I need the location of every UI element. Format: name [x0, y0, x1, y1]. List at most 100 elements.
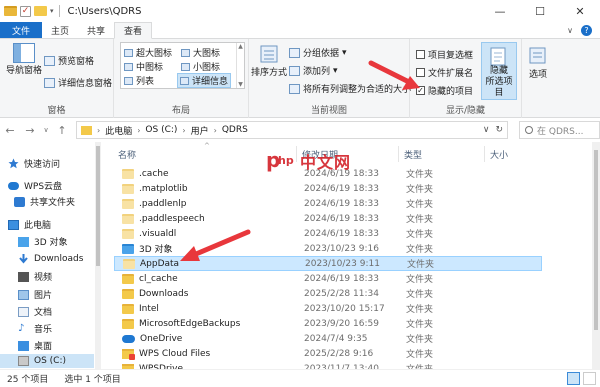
- breadcrumb-users[interactable]: 用户: [191, 124, 209, 137]
- table-row[interactable]: MicrosoftEdgeBackups 2023/9/20 16:59 文件夹: [114, 316, 542, 331]
- table-row[interactable]: cl_cache 2024/6/19 18:33 文件夹: [114, 271, 542, 286]
- expand-ribbon-icon[interactable]: ∨: [567, 26, 573, 35]
- nav-documents[interactable]: 文档: [18, 305, 52, 318]
- layout-list[interactable]: 列表: [124, 74, 154, 87]
- table-row[interactable]: Downloads 2025/2/28 11:34 文件夹: [114, 286, 542, 301]
- chevron-right-icon[interactable]: ›: [137, 126, 140, 135]
- breadcrumb-drive[interactable]: OS (C:): [145, 125, 177, 135]
- layout-small-icons[interactable]: 小图标: [181, 60, 220, 73]
- layout-large-icons[interactable]: 大图标: [181, 46, 220, 59]
- tab-home[interactable]: 主页: [42, 22, 78, 38]
- tab-file[interactable]: 文件: [0, 22, 43, 38]
- table-row[interactable]: .matplotlib 2024/6/19 18:33 文件夹: [114, 181, 542, 196]
- nav-pane-button[interactable]: 导航窗格: [6, 43, 42, 77]
- search-placeholder: 在 QDRS...: [537, 126, 584, 137]
- table-row[interactable]: .visualdl 2024/6/19 18:33 文件夹: [114, 226, 542, 241]
- file-name-cell: OneDrive: [122, 334, 182, 344]
- forward-arrow-icon[interactable]: →: [20, 124, 40, 137]
- file-list-scrollbar[interactable]: [592, 142, 600, 369]
- table-row[interactable]: OneDrive 2024/7/4 9:35 文件夹: [114, 331, 542, 346]
- column-label: 大小: [490, 150, 509, 161]
- checkbox-checked[interactable]: ✓: [416, 86, 425, 95]
- scroll-up-icon[interactable]: ▲: [238, 43, 243, 50]
- file-list-scrollbar-thumb[interactable]: [594, 150, 598, 330]
- file-name: Downloads: [139, 288, 189, 299]
- sort-by-button[interactable]: 排序方式: [251, 43, 287, 79]
- preview-pane-button[interactable]: 预览窗格: [44, 54, 94, 67]
- help-icon[interactable]: ?: [581, 24, 592, 36]
- address-bar[interactable]: › 此电脑 › OS (C:) › 用户 › QDRS ∨ ↻: [76, 121, 508, 139]
- file-type: 文件夹: [406, 275, 434, 285]
- details-pane-button[interactable]: 详细信息窗格: [44, 76, 112, 89]
- chevron-right-icon[interactable]: ›: [214, 126, 217, 135]
- chevron-right-icon[interactable]: ›: [97, 126, 100, 135]
- table-row[interactable]: .paddlenlp 2024/6/19 18:33 文件夹: [114, 196, 542, 211]
- layout-details[interactable]: 详细信息: [177, 73, 232, 88]
- breadcrumb-this-pc[interactable]: 此电脑: [105, 124, 132, 137]
- options-button[interactable]: 选项: [524, 46, 552, 81]
- close-button[interactable]: ✕: [560, 0, 600, 22]
- chevron-down-icon[interactable]: ∨: [483, 125, 490, 135]
- new-folder-icon[interactable]: [34, 6, 47, 16]
- table-row[interactable]: WPS Cloud Files 2025/2/28 9:16 文件夹: [114, 346, 542, 361]
- hidden-items-toggle[interactable]: ✓ 隐藏的项目: [416, 84, 473, 97]
- table-row[interactable]: WPSDrive2023/11/7 13:40文件夹: [114, 361, 542, 369]
- size-all-columns-button[interactable]: 将所有列调整为合适的大小: [289, 82, 411, 95]
- layout-extra-large-icons[interactable]: 超大图标: [124, 46, 172, 59]
- checkbox[interactable]: [416, 68, 425, 77]
- nav-shared-folder[interactable]: 共享文件夹: [14, 195, 75, 208]
- nav-desktop[interactable]: 桌面: [18, 339, 52, 352]
- nav-scrollbar-thumb[interactable]: [96, 146, 100, 266]
- nav-pictures[interactable]: 图片: [18, 288, 52, 301]
- column-divider[interactable]: [484, 146, 485, 162]
- column-divider[interactable]: [398, 146, 399, 162]
- modified-date: 2024/6/19 18:33: [304, 213, 379, 224]
- nav-videos[interactable]: 视频: [18, 270, 52, 283]
- nav-music[interactable]: ♪ 音乐: [18, 322, 52, 335]
- column-type[interactable]: 类型: [404, 146, 422, 162]
- column-name[interactable]: 名称: [118, 146, 136, 162]
- table-row[interactable]: .paddlespeech 2024/6/19 18:33 文件夹: [114, 211, 542, 226]
- column-size[interactable]: 大小: [490, 146, 508, 162]
- document-icon: [18, 306, 29, 317]
- nav-downloads[interactable]: Downloads: [18, 253, 83, 264]
- table-row[interactable]: AppData 2023/10/23 9:11 文件夹: [114, 256, 542, 271]
- layout-medium-icons[interactable]: 中图标: [124, 60, 163, 73]
- tab-view[interactable]: 查看: [114, 22, 153, 39]
- maximize-button[interactable]: ☐: [520, 0, 560, 22]
- nav-this-pc[interactable]: 此电脑: [8, 218, 51, 231]
- nav-3d-objects[interactable]: 3D 对象: [18, 235, 68, 248]
- hide-selected-items-button[interactable]: 隐藏 所选项目: [481, 42, 517, 100]
- file-name-cell: .cache: [122, 168, 169, 179]
- sort-by-label: 排序方式: [251, 68, 288, 78]
- group-by-button[interactable]: 分组依据 ▾: [289, 46, 347, 59]
- nav-scrollbar[interactable]: [95, 142, 101, 369]
- add-column-button[interactable]: 添加列 ▾: [289, 64, 338, 77]
- file-extensions-toggle[interactable]: 文件扩展名: [416, 66, 473, 79]
- table-row[interactable]: Intel 2023/10/20 15:17 文件夹: [114, 301, 542, 316]
- nav-os-drive[interactable]: OS (C:): [0, 354, 94, 368]
- properties-icon[interactable]: ✓: [20, 5, 31, 17]
- status-bar: 25 个项目 选中 1 个项目: [0, 369, 600, 387]
- file-type: 文件夹: [406, 200, 434, 210]
- chevron-right-icon[interactable]: ›: [182, 126, 185, 135]
- back-arrow-icon[interactable]: ←: [0, 124, 20, 137]
- nav-wps-cloud[interactable]: WPS云盘: [8, 179, 62, 192]
- breadcrumb-qdrs[interactable]: QDRS: [222, 125, 248, 135]
- up-arrow-icon[interactable]: ↑: [52, 124, 72, 137]
- details-view-icon[interactable]: [567, 372, 580, 385]
- customize-toolbar-icon[interactable]: ▾: [50, 7, 54, 15]
- layout-gallery-scrollbar[interactable]: ▲ ▼: [236, 43, 244, 88]
- item-checkboxes-toggle[interactable]: 项目复选框: [416, 48, 473, 61]
- layout-icon: [181, 48, 190, 57]
- scroll-down-icon[interactable]: ▼: [238, 81, 243, 88]
- tab-share[interactable]: 共享: [78, 22, 114, 38]
- minimize-button[interactable]: —: [480, 0, 520, 22]
- refresh-icon[interactable]: ↻: [495, 125, 503, 135]
- large-icons-view-icon[interactable]: [583, 372, 596, 385]
- checkbox[interactable]: [416, 50, 425, 59]
- recent-locations-icon[interactable]: ∨: [40, 126, 52, 134]
- nav-quick-access[interactable]: 快速访问: [8, 157, 60, 170]
- search-box[interactable]: 在 QDRS...: [519, 121, 600, 139]
- table-row[interactable]: 3D 对象 2023/10/23 9:16 文件夹: [114, 241, 542, 256]
